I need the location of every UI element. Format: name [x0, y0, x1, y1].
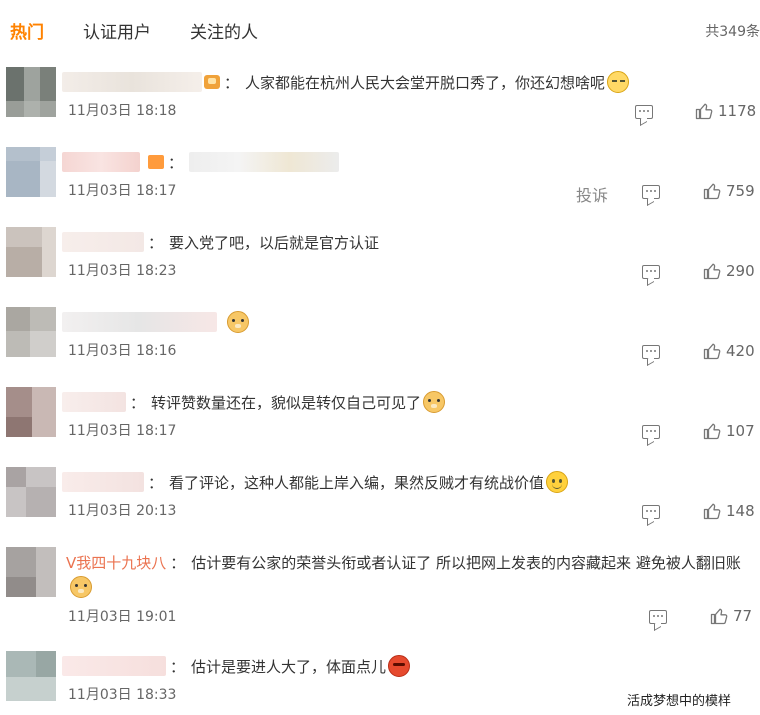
username-blurred[interactable] — [62, 232, 144, 252]
like-count: 107 — [726, 422, 755, 440]
thumbs-up-icon — [703, 263, 721, 280]
smile-emoji-icon — [546, 471, 569, 493]
username-blurred[interactable] — [62, 392, 126, 412]
avatar[interactable] — [6, 547, 56, 597]
comment-item: ： 要入党了吧，以后就是官方认证 11月03日 18:23 290 — [0, 227, 760, 307]
doge-emoji-icon — [423, 391, 446, 413]
comment-line: ： — [62, 150, 340, 174]
comment-item: V我四十九块八 ： 估计要有公家的荣誉头衔或者认证了 所以把网上发表的内容藏起来… — [0, 547, 760, 637]
like-button[interactable]: 759 — [703, 182, 755, 200]
avatar[interactable] — [6, 227, 56, 277]
comment-item: ： 人家都能在杭州人民大会堂开脱口秀了，你还幻想啥呢 11月03日 18:18 … — [0, 67, 760, 147]
comment-line: ： 看了评论，这种人都能上岸入编，果然反贼才有统战价值 — [62, 470, 569, 494]
thumbs-up-icon — [703, 423, 721, 440]
comment-icon[interactable] — [642, 425, 660, 439]
watermark: 活成梦想中的模样 — [627, 694, 732, 709]
like-count: 148 — [726, 502, 755, 520]
comment-time: 11月03日 18:16 — [68, 343, 177, 359]
comment-icon[interactable] — [642, 265, 660, 279]
crown-badge-icon — [148, 155, 164, 169]
comment-text: 估计要有公家的荣誉头衔或者认证了 所以把网上发表的内容藏起来 避免被人翻旧账 — [191, 553, 741, 572]
comment-item: ： 看了评论，这种人都能上岸入编，果然反贼才有统战价值 11月03日 20:13… — [0, 467, 760, 547]
like-button[interactable]: 290 — [703, 262, 755, 280]
username-blurred[interactable] — [62, 656, 166, 676]
comment-text: 看了评论，这种人都能上岸入编，果然反贼才有统战价值 — [169, 473, 545, 492]
avatar[interactable] — [6, 651, 56, 701]
avatar[interactable] — [6, 387, 56, 437]
like-button[interactable]: 148 — [703, 502, 755, 520]
comment-line: ： 转评赞数量还在，貌似是转仅自己可见了 — [62, 390, 446, 414]
comment-time: 11月03日 18:23 — [68, 263, 177, 279]
comment-icon[interactable] — [642, 185, 660, 199]
username-blurred[interactable] — [62, 472, 144, 492]
comment-line: ： 估计是要进人大了，体面点儿 — [62, 654, 411, 678]
comment-tabs: 热门 认证用户 关注的人 共349条 — [0, 0, 760, 60]
comment-text: 转评赞数量还在，貌似是转仅自己可见了 — [151, 393, 422, 412]
comment-count: 共349条 — [705, 24, 760, 40]
avatar[interactable] — [6, 67, 56, 117]
comment-time: 11月03日 18:18 — [68, 103, 177, 119]
username-blurred[interactable] — [62, 152, 140, 172]
username-blurred[interactable] — [62, 312, 217, 332]
like-button[interactable]: 420 — [703, 342, 755, 360]
tab-following[interactable]: 关注的人 — [190, 18, 258, 43]
comment-icon[interactable] — [642, 505, 660, 519]
comment-line: ： 人家都能在杭州人民大会堂开脱口秀了，你还幻想啥呢 — [62, 70, 630, 94]
comment-text: 估计是要进人大了，体面点儿 — [191, 657, 387, 676]
thumbs-up-icon — [703, 343, 721, 360]
tab-verified-users[interactable]: 认证用户 — [83, 18, 151, 43]
like-button[interactable]: 1178 — [695, 102, 756, 120]
thumbs-up-icon — [703, 183, 721, 200]
username[interactable]: V我四十九块八 — [66, 552, 166, 573]
thumbs-up-icon — [695, 103, 713, 120]
comment-time: 11月03日 18:33 — [68, 687, 177, 703]
like-button[interactable]: 77 — [710, 607, 752, 625]
comment-icon[interactable] — [649, 610, 667, 624]
avatar[interactable] — [6, 467, 56, 517]
comment-line: ： 要入党了吧，以后就是官方认证 — [62, 230, 379, 254]
report-button[interactable]: 投诉 — [576, 182, 608, 206]
avatar[interactable] — [6, 307, 56, 357]
comment-text-blurred — [189, 152, 340, 172]
tab-hot[interactable]: 热门 — [10, 18, 44, 43]
comment-text: 要入党了吧，以后就是官方认证 — [169, 233, 380, 252]
comment-icon[interactable] — [635, 105, 653, 119]
comment-text: 人家都能在杭州人民大会堂开脱口秀了，你还幻想啥呢 — [245, 73, 606, 92]
comment-time: 11月03日 18:17 — [68, 423, 177, 439]
smirk-emoji-icon — [607, 71, 630, 93]
comment-time: 11月03日 18:17 — [68, 183, 177, 199]
comment-line: V我四十九块八 ： 估计要有公家的荣誉头衔或者认证了 所以把网上发表的内容藏起来… — [66, 552, 741, 573]
thumbs-up-icon — [703, 503, 721, 520]
comment-icon[interactable] — [642, 345, 660, 359]
angry-emoji-icon — [388, 655, 411, 677]
comment-item: ： 转评赞数量还在，貌似是转仅自己可见了 11月03日 18:17 107 — [0, 387, 760, 467]
comment-time: 11月03日 20:13 — [68, 503, 177, 519]
like-count: 759 — [726, 182, 755, 200]
thumbs-up-icon — [710, 608, 728, 625]
like-count: 420 — [726, 342, 755, 360]
comment-time: 11月03日 19:01 — [68, 609, 177, 625]
comment-item: 11月03日 18:16 420 — [0, 307, 760, 387]
like-count: 77 — [733, 607, 753, 625]
like-count: 1178 — [718, 102, 757, 120]
doge-emoji-icon — [227, 311, 249, 333]
comment-item: ： 11月03日 18:17 投诉 759 — [0, 147, 760, 227]
like-count: 290 — [726, 262, 755, 280]
username-blurred[interactable] — [62, 72, 202, 92]
comment-line — [62, 310, 249, 334]
member-badge-icon — [204, 75, 220, 89]
avatar[interactable] — [6, 147, 56, 197]
doge-emoji-icon — [70, 576, 92, 598]
like-button[interactable]: 107 — [703, 422, 755, 440]
